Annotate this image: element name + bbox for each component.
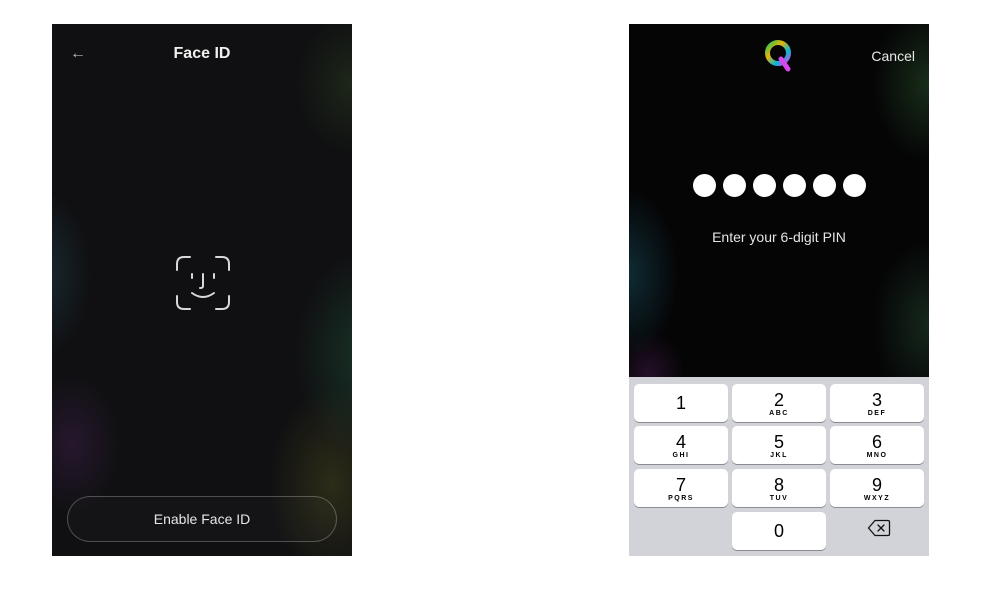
key-letters: PQRS [668, 495, 694, 502]
key-letters: ABC [769, 410, 789, 417]
q-logo-icon [765, 40, 791, 72]
pin-entry-screen: Cancel Enter your 6-digit PIN 1 2 ABC 3 … [629, 24, 929, 556]
key-letters: JKL [770, 452, 788, 459]
key-letters: GHI [672, 452, 690, 459]
key-digit: 3 [871, 390, 882, 410]
key-9[interactable]: 9 WXYZ [830, 469, 924, 507]
key-digit: 9 [871, 475, 882, 495]
key-letters: WXYZ [863, 495, 891, 502]
key-digit: 2 [773, 390, 784, 410]
face-id-screen: ← Face ID Enable Face ID [52, 24, 352, 556]
key-letters: MNO [866, 452, 888, 459]
cancel-button[interactable]: Cancel [871, 47, 915, 65]
enable-face-id-button[interactable]: Enable Face ID [67, 496, 337, 542]
key-digit: 1 [675, 393, 686, 413]
key-6[interactable]: 6 MNO [830, 426, 924, 464]
key-8[interactable]: 8 TUV [732, 469, 826, 507]
key-digit: 4 [675, 432, 686, 452]
pin-dot [752, 174, 776, 197]
face-id-icon [176, 256, 230, 310]
key-0[interactable]: 0 [732, 512, 826, 550]
key-2[interactable]: 2 ABC [732, 384, 826, 422]
key-4[interactable]: 4 GHI [634, 426, 728, 464]
pin-dot [722, 174, 746, 197]
key-3[interactable]: 3 DEF [830, 384, 924, 422]
key-digit: 8 [773, 475, 784, 495]
key-5[interactable]: 5 JKL [732, 426, 826, 464]
numeric-keypad: 1 2 ABC 3 DEF 4 GHI 5 JKL 6 MNO 7 PQRS 8… [629, 377, 929, 556]
key-letters: DEF [867, 410, 887, 417]
page-title: Face ID [173, 45, 231, 62]
key-1[interactable]: 1 [634, 384, 728, 422]
key-digit: 0 [773, 521, 784, 541]
key-digit: 5 [773, 432, 784, 452]
key-digit: 6 [871, 432, 882, 452]
backspace-icon[interactable] [867, 519, 891, 537]
key-7[interactable]: 7 PQRS [634, 469, 728, 507]
pin-dots [629, 174, 929, 197]
pin-dot [782, 174, 806, 197]
key-letters: TUV [769, 495, 789, 502]
pin-dot [812, 174, 836, 197]
pin-dot [842, 174, 866, 197]
pin-prompt: Enter your 6-digit PIN [712, 229, 846, 245]
pin-dot [692, 174, 716, 197]
key-digit: 7 [675, 475, 686, 495]
